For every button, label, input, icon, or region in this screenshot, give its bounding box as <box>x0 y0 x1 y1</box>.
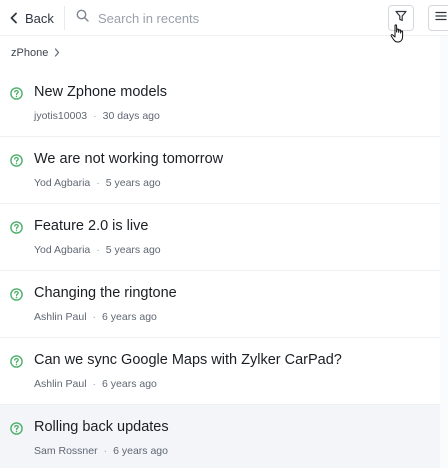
item-meta: Sam Rossner · 6 years ago <box>34 445 168 457</box>
list-item[interactable]: New Zphone models jyotis10003 · 30 days … <box>0 70 440 137</box>
chevron-right-icon <box>54 44 60 62</box>
item-meta: Ashlin Paul · 6 years ago <box>34 378 157 390</box>
list-item[interactable]: Changing the ringtone Ashlin Paul · 6 ye… <box>0 271 440 338</box>
item-time: 6 years ago <box>113 445 168 457</box>
list-item[interactable]: Feature 2.0 is live Yod Agbaria · 5 year… <box>0 204 440 271</box>
item-meta: Ashlin Paul · 6 years ago <box>34 311 157 323</box>
search-input[interactable] <box>98 10 358 26</box>
item-meta: Yod Agbaria · 5 years ago <box>34 244 161 256</box>
question-circle-icon <box>10 154 23 172</box>
search-box[interactable] <box>76 8 358 28</box>
toolbar-divider <box>64 6 65 30</box>
item-time: 5 years ago <box>105 244 161 256</box>
item-title: Changing the ringtone <box>34 285 177 301</box>
question-circle-icon <box>10 221 23 239</box>
filter-icon <box>395 9 407 27</box>
back-button[interactable]: Back <box>9 8 54 28</box>
question-circle-icon <box>10 288 23 306</box>
question-circle-icon <box>10 422 23 440</box>
question-circle-icon <box>10 87 23 105</box>
item-author: Sam Rossner <box>34 445 98 457</box>
meta-separator: · <box>92 378 97 390</box>
item-time: 6 years ago <box>102 311 157 323</box>
item-title: Feature 2.0 is live <box>34 218 149 234</box>
item-title: We are not working tomorrow <box>34 151 224 167</box>
chevron-left-icon <box>9 12 19 24</box>
top-toolbar: Back <box>0 0 448 36</box>
breadcrumb-label: zPhone <box>11 47 49 59</box>
back-label: Back <box>25 10 54 26</box>
item-time: 6 years ago <box>102 378 157 390</box>
item-author: Ashlin Paul <box>34 378 87 390</box>
item-author: Yod Agbaria <box>34 244 91 256</box>
item-author: jyotis10003 <box>34 110 88 122</box>
item-time: 5 years ago <box>105 177 161 189</box>
menu-button[interactable] <box>428 5 448 31</box>
meta-separator: · <box>96 177 100 189</box>
item-author: Ashlin Paul <box>34 311 87 323</box>
item-title: New Zphone models <box>34 84 167 100</box>
scrollbar-track[interactable] <box>440 36 448 468</box>
item-time: 30 days ago <box>102 110 160 122</box>
meta-separator: · <box>92 311 97 323</box>
filter-button[interactable] <box>388 5 414 31</box>
list-item[interactable]: We are not working tomorrow Yod Agbaria … <box>0 137 440 204</box>
question-circle-icon <box>10 355 23 373</box>
list-item[interactable]: Can we sync Google Maps with Zylker CarP… <box>0 338 440 405</box>
item-meta: Yod Agbaria · 5 years ago <box>34 177 161 189</box>
meta-separator: · <box>103 445 108 457</box>
search-icon <box>76 9 89 27</box>
item-meta: jyotis10003 · 30 days ago <box>34 110 160 122</box>
meta-separator: · <box>93 110 97 122</box>
item-title: Rolling back updates <box>34 419 169 435</box>
recents-list: New Zphone models jyotis10003 · 30 days … <box>0 70 440 468</box>
menu-icon <box>435 9 447 27</box>
list-item[interactable]: Rolling back updates Sam Rossner · 6 yea… <box>0 405 440 468</box>
breadcrumb[interactable]: zPhone <box>11 45 60 61</box>
item-title: Can we sync Google Maps with Zylker CarP… <box>34 352 342 368</box>
item-author: Yod Agbaria <box>34 177 91 189</box>
meta-separator: · <box>96 244 100 256</box>
